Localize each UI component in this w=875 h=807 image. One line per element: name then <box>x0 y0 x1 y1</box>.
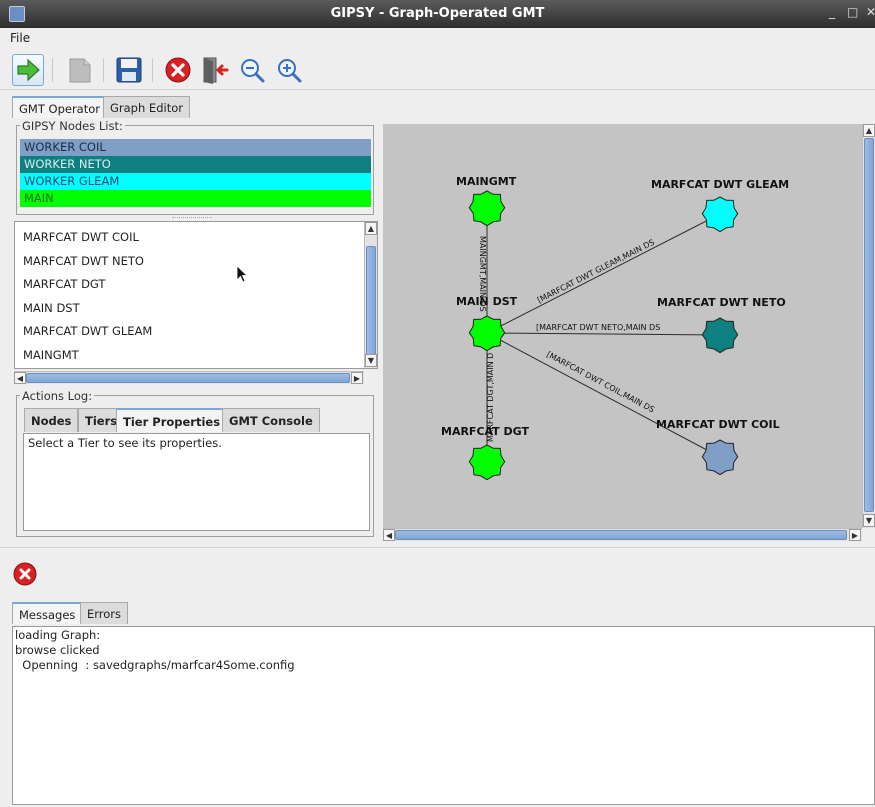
scroll-thumb[interactable] <box>26 373 350 383</box>
graph-vertical-scrollbar[interactable]: ▲ ▼ <box>862 124 875 528</box>
tab-tier-properties[interactable]: Tier Properties <box>116 408 228 432</box>
graph-canvas[interactable]: MAINGMT,MAIN DS [MARFCAT DWT GLEAM,MAIN … <box>383 124 862 528</box>
tab-nodes[interactable]: Nodes <box>24 408 79 432</box>
graph-horizontal-scrollbar[interactable]: ◀ ▶ <box>383 528 862 541</box>
window-title: GIPSY - Graph-Operated GMT <box>330 6 545 21</box>
scroll-thumb[interactable] <box>395 530 847 540</box>
edge-label: [MARFCAT DWT GLEAM,MAIN DS <box>536 238 656 305</box>
graph-node-main-dst[interactable] <box>468 315 506 352</box>
maximize-button[interactable]: □ <box>847 5 858 19</box>
node-item-worker-neto[interactable]: WORKER NETO <box>20 156 371 173</box>
graph-node-marfcat-dwt-neto[interactable] <box>701 317 739 354</box>
zoom-out-icon <box>241 59 265 83</box>
actions-log-legend: Actions Log: <box>20 389 95 403</box>
node-label: MARFCAT DWT COIL <box>656 418 780 431</box>
tiers-vertical-scrollbar[interactable]: ▲ ▼ <box>364 222 377 368</box>
scroll-up-arrow[interactable]: ▲ <box>863 124 875 137</box>
close-window-button[interactable]: ✕ <box>866 5 875 19</box>
edge-label: [MARFCAT DWT COIL,MAIN DS <box>545 350 656 415</box>
title-bar: GIPSY - Graph-Operated GMT _ □ ✕ <box>0 0 875 28</box>
mouse-cursor-icon <box>236 265 249 283</box>
tab-messages[interactable]: Messages <box>12 602 83 624</box>
tier-item[interactable]: MARFCAT DGT <box>23 277 105 291</box>
exit-button[interactable] <box>199 54 231 86</box>
zoom-out-button[interactable] <box>236 54 268 86</box>
save-button[interactable] <box>113 54 145 86</box>
tier-item[interactable]: MARFCAT DWT NETO <box>23 254 144 268</box>
tab-errors[interactable]: Errors <box>80 602 129 624</box>
edge-neto-main-dst <box>486 332 721 336</box>
node-item-worker-gleam[interactable]: WORKER GLEAM <box>20 173 371 190</box>
node-label: MARFCAT DGT <box>441 425 529 438</box>
node-label: MARFCAT DWT GLEAM <box>651 178 789 191</box>
floppy-disk-icon <box>116 57 142 83</box>
nodes-list-legend: GIPSY Nodes List: <box>20 119 125 133</box>
edge-coil-main-dst <box>486 332 721 458</box>
main-tab-strip: GMT Operator Graph Editor <box>12 96 312 120</box>
menu-file[interactable]: File <box>10 31 30 45</box>
gmt-operator-panel: GIPSY Nodes List: WORKER COIL WORKER NET… <box>12 119 378 537</box>
tier-item[interactable]: MARFCAT DWT COIL <box>23 230 139 244</box>
edge-gleam-main-dst <box>486 213 721 334</box>
graph-node-marfcat-dwt-coil[interactable] <box>701 439 739 476</box>
messages-console[interactable]: loading Graph: browse clicked Openning :… <box>12 626 875 805</box>
scroll-up-arrow[interactable]: ▲ <box>365 222 377 235</box>
tiers-horizontal-scrollbar[interactable]: ◀ ▶ <box>14 371 364 384</box>
bottom-tab-strip: Messages Errors <box>12 602 212 626</box>
scroll-left-arrow[interactable]: ◀ <box>14 372 26 384</box>
split-handle[interactable] <box>172 217 212 219</box>
scroll-thumb[interactable] <box>864 138 874 512</box>
message-line: Openning : savedgraphs/marfcar4Some.conf… <box>15 658 295 672</box>
graph-svg: MAINGMT,MAIN DS [MARFCAT DWT GLEAM,MAIN … <box>441 175 789 481</box>
tier-item[interactable]: MAINGMT <box>23 348 79 362</box>
graph-node-marfcat-dwt-gleam[interactable] <box>701 196 739 233</box>
node-label: MAIN DST <box>456 295 518 308</box>
tier-item[interactable]: MAIN DST <box>23 301 80 315</box>
actions-log-tabs: Nodes Tiers Tier Properties GMT Console <box>24 408 364 434</box>
scroll-down-arrow[interactable]: ▼ <box>863 514 875 527</box>
nodes-list[interactable]: WORKER COIL WORKER NETO WORKER GLEAM MAI… <box>20 139 371 209</box>
zoom-in-button[interactable] <box>273 54 305 86</box>
minimize-button[interactable]: _ <box>829 5 835 19</box>
node-label: MAINGMT <box>456 175 517 188</box>
tab-graph-editor[interactable]: Graph Editor <box>103 96 190 118</box>
toolbar <box>0 48 875 90</box>
tier-properties-text: Select a Tier to see its properties. <box>23 433 370 531</box>
tab-gmt-console[interactable]: GMT Console <box>222 408 320 432</box>
tiers-list[interactable]: MARFCAT DWT COIL MARFCAT DWT NETO MARFCA… <box>14 221 378 369</box>
horizontal-split-divider[interactable] <box>0 547 875 553</box>
scroll-right-arrow[interactable]: ▶ <box>351 372 363 384</box>
menu-bar: File <box>0 28 875 48</box>
tier-item[interactable]: MARFCAT DWT GLEAM <box>23 324 152 338</box>
node-label: MARFCAT DWT NETO <box>657 296 786 309</box>
scroll-thumb[interactable] <box>366 246 376 356</box>
edge-label: [MARFCAT DWT NETO,MAIN DS <box>536 323 660 332</box>
scroll-left-arrow[interactable]: ◀ <box>383 529 395 541</box>
message-line: loading Graph: <box>15 628 101 642</box>
run-button[interactable] <box>12 54 44 86</box>
zoom-in-icon <box>278 59 302 83</box>
arrow-right-icon <box>17 58 40 82</box>
red-x-icon <box>165 57 191 83</box>
door-exit-icon <box>203 57 229 84</box>
new-page-button[interactable] <box>64 54 96 86</box>
tab-gmt-operator[interactable]: GMT Operator <box>12 96 107 118</box>
node-item-main[interactable]: MAIN <box>20 190 371 207</box>
scroll-down-arrow[interactable]: ▼ <box>365 354 377 367</box>
message-line: browse clicked <box>15 643 100 657</box>
stop-button[interactable] <box>162 54 194 86</box>
red-x-icon[interactable] <box>12 561 38 587</box>
graph-node-maingmt[interactable] <box>468 190 506 227</box>
scroll-right-arrow[interactable]: ▶ <box>849 529 861 541</box>
node-item-worker-coil[interactable]: WORKER COIL <box>20 139 371 156</box>
page-icon <box>69 58 91 83</box>
graph-node-marfcat-dgt[interactable] <box>468 444 506 481</box>
